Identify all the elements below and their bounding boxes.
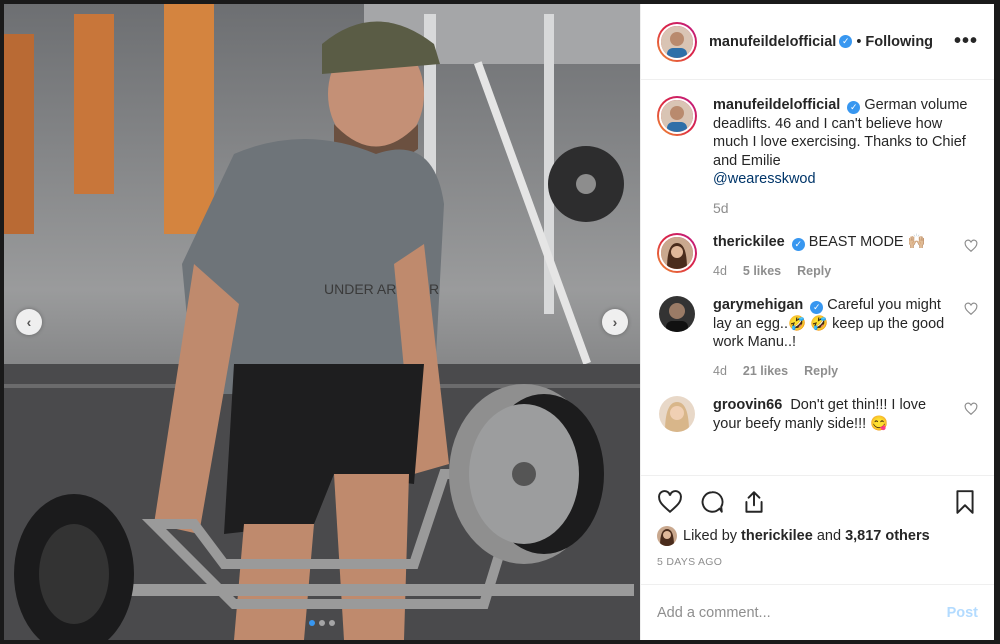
post-actions: Liked by therickilee and 3,817 others 5 …	[641, 475, 994, 568]
post-date: 5 DAYS AGO	[657, 556, 723, 568]
liked-by-avatar-image	[657, 526, 677, 546]
carousel-dot	[319, 620, 325, 626]
post-dialog: UNDER ARMOUR ‹ › manufeildelofficial ✓ •…	[4, 4, 994, 640]
share-icon[interactable]	[741, 489, 767, 515]
caption-mention-link[interactable]: @wearesskwod	[713, 171, 816, 187]
comment-item: garymehigan ✓ Careful you might lay an eg…	[657, 296, 978, 380]
carousel-next-button[interactable]: ›	[602, 309, 628, 335]
comment-likes[interactable]: 21 likes	[743, 362, 788, 381]
carousel-dot-active	[309, 620, 315, 626]
carousel-dot	[329, 620, 335, 626]
carousel-dots	[4, 620, 640, 626]
caption: manufeildelofficial ✓ German volume deadl…	[657, 96, 978, 217]
save-bookmark-icon[interactable]	[952, 489, 978, 515]
comment-like-heart-icon[interactable]	[964, 239, 978, 253]
more-options-icon[interactable]: •••	[954, 30, 978, 53]
commenter-avatar[interactable]	[657, 233, 697, 273]
comment-reply-button[interactable]: Reply	[804, 362, 838, 381]
following-button[interactable]: Following	[865, 34, 933, 50]
caption-time: 5d	[713, 199, 729, 216]
commenter-avatar-image	[661, 237, 693, 269]
comment-text: BEAST MODE 🙌🏼	[808, 234, 926, 250]
commenter-avatar-image	[659, 396, 695, 432]
comment-item: groovin66 Don't get thin!!! I love your …	[657, 396, 978, 433]
caption-author-avatar[interactable]	[657, 96, 697, 136]
caption-avatar-image	[661, 100, 693, 132]
liked-by-and: and	[816, 528, 842, 544]
gym-deadlift-photo: UNDER ARMOUR	[4, 4, 640, 640]
caption-username[interactable]: manufeildelofficial	[713, 97, 840, 113]
verified-badge-icon: ✓	[839, 35, 853, 48]
comment-item: therickilee ✓ BEAST MODE 🙌🏼 4d 5 likes Re…	[657, 233, 978, 280]
liked-by-avatar[interactable]	[657, 526, 677, 546]
comment-time: 4d	[713, 363, 727, 378]
liked-by-prefix: Liked by	[683, 528, 738, 544]
comment-username[interactable]: therickilee	[713, 234, 785, 250]
commenter-avatar[interactable]	[659, 296, 695, 332]
liked-by-others-link[interactable]: 3,817 others	[845, 528, 930, 544]
like-heart-icon[interactable]	[657, 489, 683, 515]
verified-badge-icon: ✓	[791, 238, 805, 251]
carousel-prev-button[interactable]: ‹	[16, 309, 42, 335]
verified-badge-icon: ✓	[847, 101, 861, 114]
author-avatar[interactable]	[657, 21, 697, 62]
post-side-panel: manufeildelofficial ✓ • Following ••• ma…	[640, 4, 994, 640]
post-photo: UNDER ARMOUR ‹ ›	[4, 4, 640, 640]
comment-bubble-icon[interactable]	[699, 489, 725, 515]
author-username[interactable]: manufeildelofficial	[709, 34, 836, 50]
comments-list: manufeildelofficial ✓ German volume deadl…	[641, 80, 994, 475]
post-comment-button[interactable]: Post	[947, 605, 978, 621]
verified-badge-icon: ✓	[810, 301, 824, 314]
author-avatar-image	[661, 25, 693, 58]
commenter-avatar-image	[659, 296, 695, 332]
comment-reply-button[interactable]: Reply	[797, 262, 831, 281]
header-separator: •	[856, 33, 862, 50]
comment-username[interactable]: groovin66	[713, 397, 782, 413]
comment-like-heart-icon[interactable]	[964, 302, 978, 316]
comment-username[interactable]: garymehigan	[713, 297, 803, 313]
liked-by: Liked by therickilee and 3,817 others	[657, 526, 978, 546]
comment-likes[interactable]: 5 likes	[743, 262, 781, 281]
liked-by-user-link[interactable]: therickilee	[741, 528, 813, 544]
comment-like-heart-icon[interactable]	[964, 402, 978, 416]
add-comment-bar: Post	[641, 584, 994, 640]
add-comment-input[interactable]	[657, 604, 947, 621]
commenter-avatar[interactable]	[659, 396, 695, 432]
post-header: manufeildelofficial ✓ • Following •••	[641, 4, 994, 80]
comment-time: 4d	[713, 263, 727, 278]
